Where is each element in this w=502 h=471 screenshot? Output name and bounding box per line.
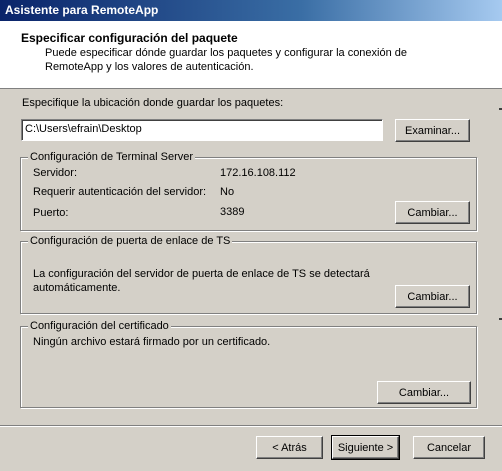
page-title: Especificar configuración del paquete [21, 31, 238, 45]
auth-value: No [220, 186, 235, 198]
change-certificate-button[interactable]: Cambiar... [377, 381, 471, 404]
gateway-legend: Configuración de puerta de enlace de TS [28, 235, 233, 247]
location-label: Especifique la ubicación donde guardar l… [22, 97, 284, 109]
location-input[interactable]: C:\Users\efrain\Desktop [21, 119, 383, 141]
footer-separator [0, 425, 502, 427]
server-value: 172.16.108.112 [220, 167, 296, 179]
back-button[interactable]: < Atrás [256, 436, 323, 459]
port-value: 3389 [220, 206, 245, 218]
browse-button[interactable]: Examinar... [395, 119, 470, 142]
window-title: Asistente para RemoteApp [5, 3, 159, 17]
certificate-legend: Configuración del certificado [28, 320, 171, 332]
server-label: Servidor: [33, 167, 78, 179]
cancel-button[interactable]: Cancelar [413, 436, 485, 459]
title-bar: Asistente para RemoteApp [0, 0, 502, 21]
auth-label: Requerir autenticación del servidor: [33, 186, 207, 198]
terminal-server-legend: Configuración de Terminal Server [28, 151, 196, 163]
certificate-text: Ningún archivo estará firmado por un cer… [33, 336, 271, 348]
change-terminal-server-button[interactable]: Cambiar... [395, 201, 470, 224]
port-label: Puerto: [33, 207, 69, 219]
next-button[interactable]: Siguiente > [331, 435, 400, 460]
gateway-text: La configuración del servidor de puerta … [33, 268, 370, 294]
page-description: Puede especificar dónde guardar los paqu… [45, 47, 408, 73]
wizard-header: Especificar configuración del paquete Pu… [0, 21, 502, 89]
change-gateway-button[interactable]: Cambiar... [395, 285, 470, 308]
